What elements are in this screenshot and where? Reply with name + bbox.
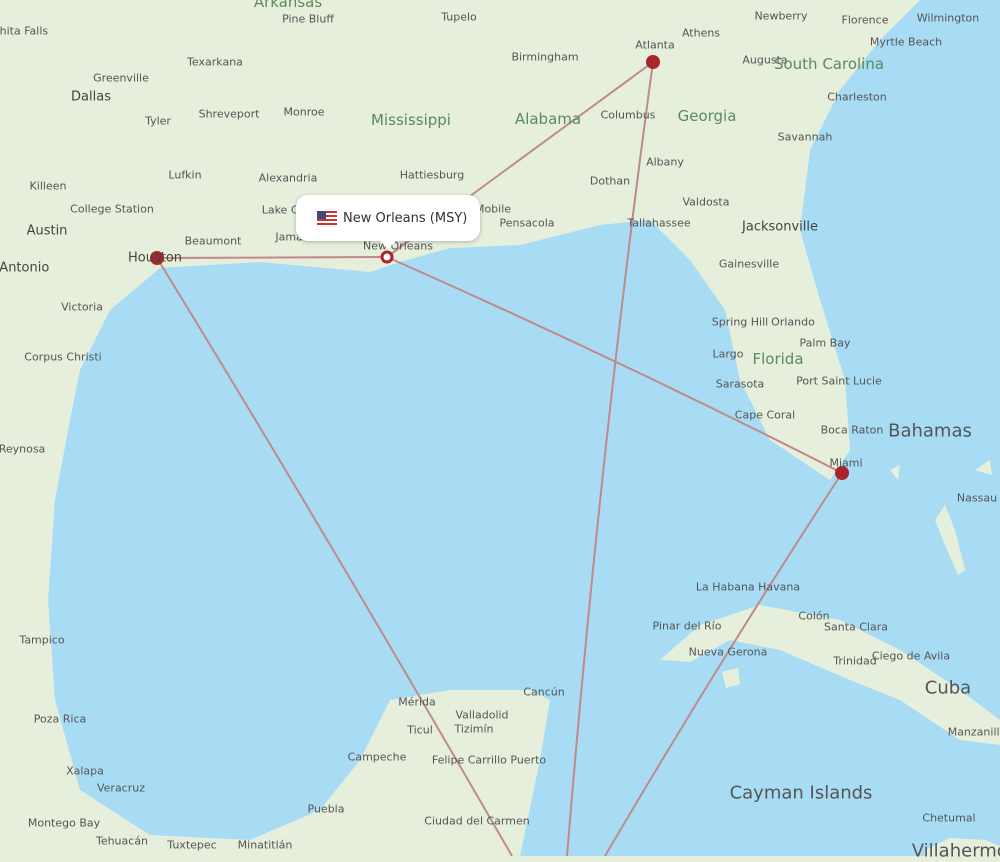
place-label: Tallahassee — [627, 216, 691, 230]
place-label: Jacksonville — [742, 219, 818, 235]
place-label: Alabama — [514, 110, 582, 128]
place-label: Greenville — [93, 71, 149, 85]
place-label: Cancún — [523, 685, 565, 699]
place-label: Myrtle Beach — [869, 35, 943, 49]
place-label: Pensacola — [499, 216, 555, 230]
place-label: Florence — [841, 13, 889, 27]
place-label: Alexandria — [258, 171, 318, 185]
place-label: Cayman Islands — [729, 782, 873, 804]
place-label: Valdosta — [682, 195, 730, 209]
place-label: Tuxtepec — [167, 838, 217, 852]
place-label: Miami — [829, 456, 863, 470]
place-label: Poza Rica — [33, 712, 87, 726]
place-label: Charleston — [827, 90, 887, 104]
place-label: Atlanta — [635, 38, 675, 52]
place-label: Bahamas — [888, 420, 972, 442]
place-label: Reynosa — [0, 442, 46, 456]
place-label: New Orleans — [363, 239, 433, 253]
atlanta-marker[interactable] — [646, 55, 660, 69]
place-label: Pinar del Río — [652, 619, 722, 633]
place-label: Shreveport — [198, 107, 260, 121]
place-label: Xalapa — [66, 764, 104, 778]
place-label: South Carolina — [773, 55, 885, 73]
place-label: Tampico — [19, 633, 65, 647]
place-label: Valladolid — [455, 708, 509, 722]
place-label: Texarkana — [187, 55, 243, 69]
place-label: Felipe Carrillo Puerto — [431, 753, 547, 767]
place-label: Ciudad del Carmen — [424, 814, 530, 828]
place-label: Port Saint Lucie — [796, 374, 882, 388]
place-label: Ciego de Avila — [871, 649, 951, 663]
place-label: Boca Raton — [820, 423, 884, 437]
place-label: Manzanillo — [947, 725, 1000, 739]
place-label: Veracruz — [96, 781, 146, 795]
place-label: Montego Bay — [27, 816, 101, 830]
place-label: Sarasota — [715, 377, 765, 391]
new-orleans-pin-icon[interactable] — [380, 250, 394, 264]
place-label: Cuba — [924, 677, 972, 699]
place-label: Birmingham — [511, 50, 579, 64]
airport-popup[interactable]: New Orleans (MSY) — [296, 195, 480, 249]
place-label: Savannah — [777, 130, 833, 144]
place-label: Albany — [646, 155, 684, 169]
place-label: Pine Bluff — [282, 12, 334, 26]
place-label: Beaumont — [184, 234, 242, 248]
place-label: Spring Hill — [711, 315, 769, 329]
place-label: Lufkin — [168, 168, 202, 182]
place-label: Corpus Christi — [24, 350, 102, 364]
place-label: College Station — [70, 202, 154, 216]
place-label: Dallas — [71, 89, 111, 105]
place-label: Florida — [752, 350, 804, 368]
place-label: Hattiesburg — [399, 168, 465, 182]
place-label: Trinidad — [833, 654, 877, 668]
place-label: Wilmington — [916, 11, 980, 25]
place-label: Nueva Gerona — [688, 645, 768, 659]
place-label: Victoria — [61, 300, 103, 314]
place-label: La Habana Havana — [695, 580, 801, 594]
place-label: Athens — [681, 26, 721, 40]
place-label: Newberry — [754, 9, 808, 23]
place-label: Georgia — [677, 107, 737, 125]
place-label: Mobile — [474, 202, 512, 216]
place-label: Tizimín — [454, 722, 494, 736]
place-label: Minatitlán — [237, 838, 293, 852]
place-label: Dothan — [589, 174, 631, 188]
place-label: Arkansas — [253, 0, 323, 11]
place-label: Largo — [712, 347, 744, 361]
place-label: Gainesville — [718, 257, 780, 271]
place-label: Killeen — [29, 179, 67, 193]
place-label: Ticul — [407, 723, 433, 737]
place-label: San Antonio — [0, 260, 50, 276]
place-label: Puebla — [307, 802, 345, 816]
place-label: Chetumal — [922, 811, 976, 825]
place-label: Santa Clara — [824, 620, 888, 634]
place-label: Villahermosa — [911, 840, 1000, 862]
place-label: Wichita Falls — [0, 24, 49, 38]
place-label: Cape Coral — [734, 408, 796, 422]
place-label: Houston — [127, 250, 183, 266]
popup-label: New Orleans (MSY) — [343, 210, 468, 226]
place-label: Orlando — [771, 315, 815, 329]
route-msy-houston — [156, 256, 388, 259]
place-label: Palm Bay — [799, 336, 851, 350]
place-label: Tupelo — [441, 10, 477, 24]
place-label: Mérida — [398, 695, 436, 709]
place-label: Campeche — [347, 750, 407, 764]
place-label: Monroe — [283, 105, 325, 119]
place-label: Columbus — [600, 108, 656, 122]
place-label: Austin — [26, 223, 68, 239]
us-flag-icon — [317, 211, 337, 225]
place-label: Tyler — [145, 114, 171, 128]
place-label: Nassau — [956, 491, 998, 505]
place-label: Tehuacán — [95, 834, 149, 848]
place-label: Mississippi — [371, 111, 451, 129]
